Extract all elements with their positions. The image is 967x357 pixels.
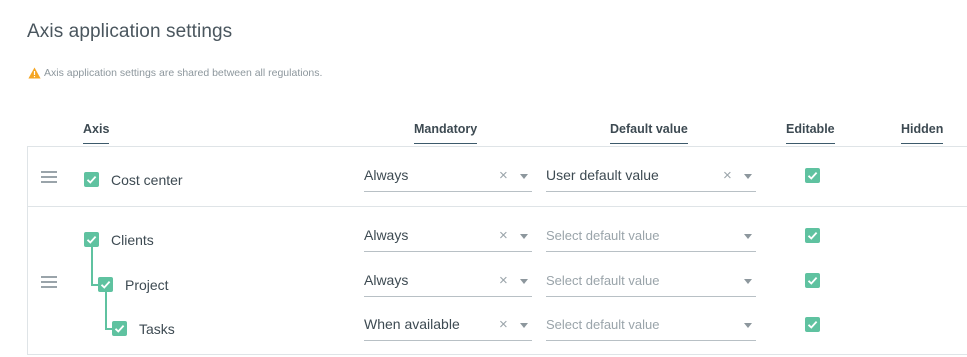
clear-icon[interactable]: × — [499, 316, 508, 333]
default-value-select[interactable]: Select default value — [546, 221, 756, 252]
chevron-down-icon[interactable] — [520, 174, 528, 179]
check-icon — [807, 231, 818, 240]
chevron-down-icon[interactable] — [744, 279, 752, 284]
notice-text: Axis application settings are shared bet… — [44, 67, 323, 79]
axis-label-cost-center: Cost center — [111, 172, 183, 188]
chevron-down-icon[interactable] — [520, 234, 528, 239]
page-title: Axis application settings — [27, 21, 233, 42]
column-header-axis: Axis — [83, 122, 110, 144]
tree-connector — [105, 291, 107, 329]
column-header-mandatory: Mandatory — [414, 122, 478, 144]
editable-checkbox[interactable] — [805, 317, 820, 332]
clear-icon[interactable]: × — [499, 272, 508, 289]
check-icon — [807, 320, 818, 329]
chevron-down-icon[interactable] — [520, 279, 528, 284]
editable-checkbox[interactable] — [805, 273, 820, 288]
default-value-select[interactable]: Select default value — [546, 310, 756, 341]
mandatory-select[interactable]: Always × — [364, 161, 532, 192]
table-top-border — [27, 146, 967, 147]
axis-enabled-checkbox[interactable] — [84, 232, 99, 247]
editable-checkbox[interactable] — [805, 228, 820, 243]
table-bottom-border — [27, 354, 967, 355]
axis-label-project: Project — [125, 277, 169, 293]
table-left-border — [27, 146, 28, 355]
mandatory-select[interactable]: Always × — [364, 221, 532, 252]
warning-icon — [28, 67, 41, 79]
drag-handle-icon[interactable] — [41, 276, 57, 291]
check-icon — [86, 175, 97, 184]
check-icon — [86, 235, 97, 244]
axis-enabled-checkbox[interactable] — [84, 172, 99, 187]
clear-icon[interactable]: × — [499, 167, 508, 184]
shared-settings-notice: Axis application settings are shared bet… — [28, 67, 322, 79]
check-icon — [114, 324, 125, 333]
clear-icon[interactable]: × — [499, 227, 508, 244]
axis-label-clients: Clients — [111, 232, 154, 248]
chevron-down-icon[interactable] — [744, 174, 752, 179]
column-header-editable: Editable — [786, 122, 835, 144]
column-header-hidden: Hidden — [901, 122, 944, 144]
group-divider — [27, 206, 967, 207]
mandatory-select[interactable]: Always × — [364, 266, 532, 297]
default-value-select[interactable]: User default value × — [546, 161, 756, 192]
chevron-down-icon[interactable] — [520, 323, 528, 328]
check-icon — [100, 280, 111, 289]
editable-checkbox[interactable] — [805, 168, 820, 183]
chevron-down-icon[interactable] — [744, 234, 752, 239]
column-header-default-value: Default value — [610, 122, 688, 144]
default-value-select[interactable]: Select default value — [546, 266, 756, 297]
chevron-down-icon[interactable] — [744, 323, 752, 328]
axis-enabled-checkbox[interactable] — [98, 277, 113, 292]
drag-handle-icon[interactable] — [41, 171, 57, 186]
axis-enabled-checkbox[interactable] — [112, 321, 127, 336]
mandatory-select[interactable]: When available × — [364, 310, 532, 341]
clear-icon[interactable]: × — [723, 167, 732, 184]
check-icon — [807, 171, 818, 180]
axis-label-tasks: Tasks — [139, 321, 175, 337]
check-icon — [807, 276, 818, 285]
tree-connector — [91, 246, 93, 285]
